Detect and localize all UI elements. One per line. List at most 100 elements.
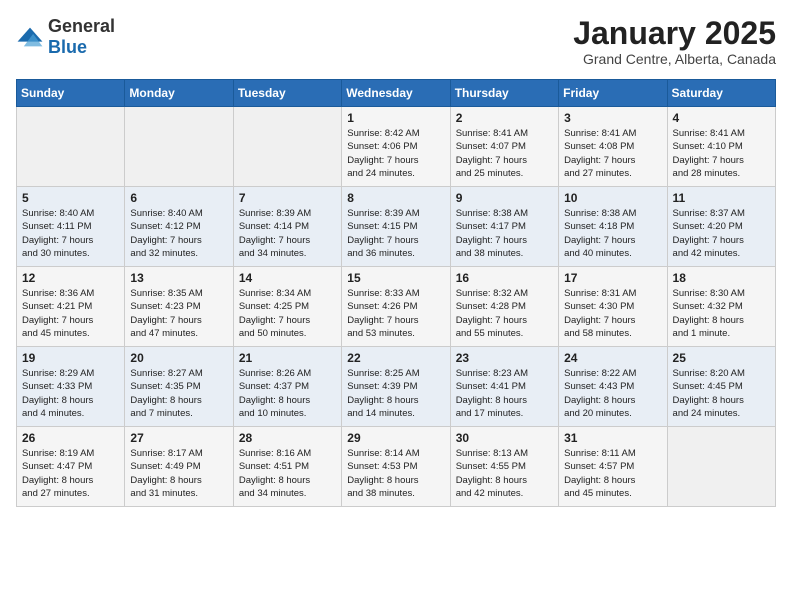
calendar-cell: 6 Sunrise: 8:40 AM Sunset: 4:12 PM Daylig…	[125, 187, 233, 267]
calendar-cell: 30Sunrise: 8:13 AM Sunset: 4:55 PM Dayli…	[450, 427, 558, 507]
day-number: 4	[673, 111, 770, 125]
day-number: 26	[22, 431, 119, 445]
cell-content: Sunrise: 8:41 AM Sunset: 4:07 PM Dayligh…	[456, 127, 553, 180]
cell-content: Sunrise: 8:37 AM Sunset: 4:20 PM Dayligh…	[673, 207, 770, 260]
calendar-cell	[233, 107, 341, 187]
day-number: 12	[22, 271, 119, 285]
cell-content: Sunrise: 8:41 AM Sunset: 4:10 PM Dayligh…	[673, 127, 770, 180]
day-of-week-header: Monday	[125, 80, 233, 107]
day-number: 3	[564, 111, 661, 125]
day-number: 19	[22, 351, 119, 365]
day-number: 27	[130, 431, 227, 445]
cell-content: Sunrise: 8:11 AM Sunset: 4:57 PM Dayligh…	[564, 447, 661, 500]
calendar-cell: 19 Sunrise: 8:29 AM Sunset: 4:33 PM Dayli…	[17, 347, 125, 427]
day-number: 15	[347, 271, 444, 285]
day-number: 2	[456, 111, 553, 125]
cell-content: Sunrise: 8:40 AM Sunset: 4:12 PM Dayligh…	[130, 207, 227, 260]
cell-content: Sunrise: 8:38 AM Sunset: 4:17 PM Dayligh…	[456, 207, 553, 260]
calendar-cell: 1Sunrise: 8:42 AM Sunset: 4:06 PM Daylig…	[342, 107, 450, 187]
calendar-cell	[667, 427, 775, 507]
calendar-cell: 23Sunrise: 8:23 AM Sunset: 4:41 PM Dayli…	[450, 347, 558, 427]
calendar-cell: 5 Sunrise: 8:40 AM Sunset: 4:11 PM Daylig…	[17, 187, 125, 267]
cell-content: Sunrise: 8:19 AM Sunset: 4:47 PM Dayligh…	[22, 447, 119, 500]
calendar-week-row: 19 Sunrise: 8:29 AM Sunset: 4:33 PM Dayli…	[17, 347, 776, 427]
day-number: 24	[564, 351, 661, 365]
month-year: January 2025	[573, 16, 776, 51]
day-number: 17	[564, 271, 661, 285]
calendar-cell: 31 Sunrise: 8:11 AM Sunset: 4:57 PM Dayli…	[559, 427, 667, 507]
calendar-cell	[17, 107, 125, 187]
cell-content: Sunrise: 8:17 AM Sunset: 4:49 PM Dayligh…	[130, 447, 227, 500]
calendar-cell: 15 Sunrise: 8:33 AM Sunset: 4:26 PM Dayli…	[342, 267, 450, 347]
calendar-cell: 21 Sunrise: 8:26 AM Sunset: 4:37 PM Dayli…	[233, 347, 341, 427]
cell-content: Sunrise: 8:36 AM Sunset: 4:21 PM Dayligh…	[22, 287, 119, 340]
day-number: 14	[239, 271, 336, 285]
logo-general: General	[48, 16, 115, 36]
day-of-week-header: Wednesday	[342, 80, 450, 107]
calendar-cell: 22 Sunrise: 8:25 AM Sunset: 4:39 PM Dayli…	[342, 347, 450, 427]
cell-content: Sunrise: 8:14 AM Sunset: 4:53 PM Dayligh…	[347, 447, 444, 500]
calendar-cell: 11Sunrise: 8:37 AM Sunset: 4:20 PM Dayli…	[667, 187, 775, 267]
cell-content: Sunrise: 8:27 AM Sunset: 4:35 PM Dayligh…	[130, 367, 227, 420]
cell-content: Sunrise: 8:22 AM Sunset: 4:43 PM Dayligh…	[564, 367, 661, 420]
calendar-cell: 8 Sunrise: 8:39 AM Sunset: 4:15 PM Daylig…	[342, 187, 450, 267]
day-number: 20	[130, 351, 227, 365]
day-number: 30	[456, 431, 553, 445]
cell-content: Sunrise: 8:39 AM Sunset: 4:14 PM Dayligh…	[239, 207, 336, 260]
day-number: 8	[347, 191, 444, 205]
page-header: General Blue January 2025 Grand Centre, …	[16, 16, 776, 67]
calendar-header-row: SundayMondayTuesdayWednesdayThursdayFrid…	[17, 80, 776, 107]
day-of-week-header: Tuesday	[233, 80, 341, 107]
logo-text: General Blue	[48, 16, 115, 58]
calendar-cell: 20 Sunrise: 8:27 AM Sunset: 4:35 PM Dayli…	[125, 347, 233, 427]
cell-content: Sunrise: 8:34 AM Sunset: 4:25 PM Dayligh…	[239, 287, 336, 340]
cell-content: Sunrise: 8:23 AM Sunset: 4:41 PM Dayligh…	[456, 367, 553, 420]
calendar-cell: 9 Sunrise: 8:38 AM Sunset: 4:17 PM Daylig…	[450, 187, 558, 267]
day-number: 1	[347, 111, 444, 125]
cell-content: Sunrise: 8:16 AM Sunset: 4:51 PM Dayligh…	[239, 447, 336, 500]
day-number: 5	[22, 191, 119, 205]
calendar-cell: 3 Sunrise: 8:41 AM Sunset: 4:08 PM Daylig…	[559, 107, 667, 187]
cell-content: Sunrise: 8:25 AM Sunset: 4:39 PM Dayligh…	[347, 367, 444, 420]
day-number: 6	[130, 191, 227, 205]
cell-content: Sunrise: 8:40 AM Sunset: 4:11 PM Dayligh…	[22, 207, 119, 260]
cell-content: Sunrise: 8:26 AM Sunset: 4:37 PM Dayligh…	[239, 367, 336, 420]
cell-content: Sunrise: 8:41 AM Sunset: 4:08 PM Dayligh…	[564, 127, 661, 180]
calendar-cell: 28 Sunrise: 8:16 AM Sunset: 4:51 PM Dayli…	[233, 427, 341, 507]
calendar-cell	[125, 107, 233, 187]
day-number: 13	[130, 271, 227, 285]
logo-blue: Blue	[48, 37, 87, 57]
title-area: January 2025 Grand Centre, Alberta, Cana…	[573, 16, 776, 67]
day-number: 22	[347, 351, 444, 365]
day-number: 7	[239, 191, 336, 205]
day-number: 10	[564, 191, 661, 205]
calendar-cell: 18 Sunrise: 8:30 AM Sunset: 4:32 PM Dayli…	[667, 267, 775, 347]
day-number: 31	[564, 431, 661, 445]
calendar-cell: 4 Sunrise: 8:41 AM Sunset: 4:10 PM Daylig…	[667, 107, 775, 187]
calendar-cell: 10Sunrise: 8:38 AM Sunset: 4:18 PM Dayli…	[559, 187, 667, 267]
calendar-cell: 27 Sunrise: 8:17 AM Sunset: 4:49 PM Dayli…	[125, 427, 233, 507]
day-number: 18	[673, 271, 770, 285]
day-number: 16	[456, 271, 553, 285]
calendar-cell: 17 Sunrise: 8:31 AM Sunset: 4:30 PM Dayli…	[559, 267, 667, 347]
cell-content: Sunrise: 8:33 AM Sunset: 4:26 PM Dayligh…	[347, 287, 444, 340]
calendar-table: SundayMondayTuesdayWednesdayThursdayFrid…	[16, 79, 776, 507]
logo-icon	[16, 26, 44, 48]
calendar-cell: 25Sunrise: 8:20 AM Sunset: 4:45 PM Dayli…	[667, 347, 775, 427]
day-number: 28	[239, 431, 336, 445]
cell-content: Sunrise: 8:29 AM Sunset: 4:33 PM Dayligh…	[22, 367, 119, 420]
day-number: 21	[239, 351, 336, 365]
calendar-cell: 13 Sunrise: 8:35 AM Sunset: 4:23 PM Dayli…	[125, 267, 233, 347]
cell-content: Sunrise: 8:35 AM Sunset: 4:23 PM Dayligh…	[130, 287, 227, 340]
cell-content: Sunrise: 8:20 AM Sunset: 4:45 PM Dayligh…	[673, 367, 770, 420]
day-of-week-header: Thursday	[450, 80, 558, 107]
cell-content: Sunrise: 8:39 AM Sunset: 4:15 PM Dayligh…	[347, 207, 444, 260]
day-of-week-header: Friday	[559, 80, 667, 107]
cell-content: Sunrise: 8:31 AM Sunset: 4:30 PM Dayligh…	[564, 287, 661, 340]
calendar-cell: 14 Sunrise: 8:34 AM Sunset: 4:25 PM Dayli…	[233, 267, 341, 347]
cell-content: Sunrise: 8:32 AM Sunset: 4:28 PM Dayligh…	[456, 287, 553, 340]
calendar-cell: 24 Sunrise: 8:22 AM Sunset: 4:43 PM Dayli…	[559, 347, 667, 427]
day-number: 9	[456, 191, 553, 205]
calendar-week-row: 5 Sunrise: 8:40 AM Sunset: 4:11 PM Daylig…	[17, 187, 776, 267]
cell-content: Sunrise: 8:30 AM Sunset: 4:32 PM Dayligh…	[673, 287, 770, 340]
